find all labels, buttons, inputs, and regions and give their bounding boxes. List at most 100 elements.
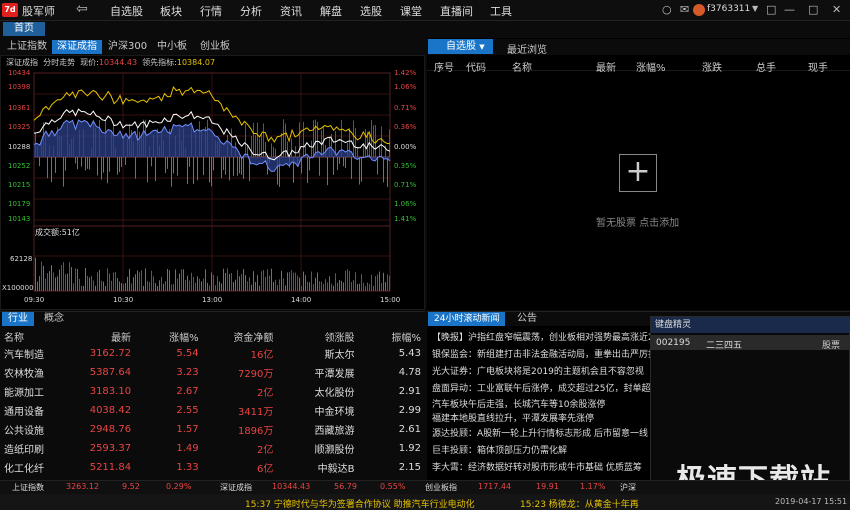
news-item[interactable]: 光大证券：广电板块将是2019的主题机会且不容忽视	[432, 364, 652, 377]
status-sh-pct: 0.29%	[166, 482, 192, 491]
wl-col-change: 涨幅%	[636, 63, 666, 74]
tab-hs300[interactable]: 沪深300	[103, 40, 152, 54]
sector-cell-netflow: 2亿	[257, 445, 274, 456]
tab-announcements[interactable]: 公告	[517, 312, 537, 326]
x-tick-1: 09:30	[24, 296, 45, 304]
x-tick-5: 15:00	[380, 296, 401, 304]
tab-industry[interactable]: 行业	[2, 312, 34, 326]
sector-cell-change: 1.57	[176, 424, 199, 435]
y-left-3: 10361	[8, 104, 31, 112]
news-item[interactable]: 福建本地股直线拉升，平潭发展率先涨停	[432, 411, 652, 424]
status-gem-price: 1717.44	[478, 482, 512, 491]
ticker-item[interactable]: 15:23 杨德龙：从黄金十年再	[520, 497, 646, 510]
sector-cell-leader: 平潭发展	[314, 369, 355, 380]
sector-row[interactable]: 公共设施 2948.76 1.57 1896万 西藏旅游 2.61	[0, 420, 425, 439]
tab-home[interactable]: 首页	[3, 22, 45, 36]
headset-icon[interactable]: ○	[662, 3, 672, 16]
sector-cell-latest: 3183.10	[89, 386, 132, 397]
sector-row[interactable]: 汽车制造 3162.72 5.54 16亿 斯太尔 5.43	[0, 344, 425, 363]
sector-cell-latest: 4038.42	[89, 405, 132, 416]
sector-cell-change: 1.33	[176, 462, 199, 473]
y-left-5: 10288	[8, 143, 31, 151]
back-arrow-icon[interactable]: ⇦	[76, 1, 88, 17]
status-sz-name[interactable]: 深证成指	[220, 482, 252, 493]
tab-sh-index[interactable]: 上证指数	[2, 40, 52, 54]
status-sh-name[interactable]: 上证指数	[12, 482, 44, 493]
sector-row[interactable]: 化工化纤 5211.84 1.33 6亿 中毅达B 2.15	[0, 458, 425, 477]
sector-table-header: 名称 最新 涨幅% 资金净额 领涨股 振幅%	[0, 328, 425, 344]
y-right-1: 1.42%	[394, 69, 417, 77]
col-latest[interactable]: 最新	[78, 328, 135, 344]
news-item[interactable]: 源达投顾：A股新一轮上升行情标志形成 后市留意一线	[432, 426, 652, 439]
y-right-2: 1.06%	[394, 83, 417, 91]
mail-icon[interactable]: ✉	[680, 3, 689, 16]
app-logo: 7d	[2, 3, 18, 17]
ticker-item[interactable]: 15:37 宁德时代与华为签署合作协议 助推汽车行业电动化	[245, 497, 475, 510]
news-item[interactable]: 汽车板块午后走强，长城汽车等10余股涨停	[432, 397, 652, 410]
status-gem-change: 19.91	[536, 482, 559, 491]
status-hs-name[interactable]: 沪深	[620, 482, 636, 493]
tab-sz-index[interactable]: 深证成指	[52, 40, 102, 54]
menu-analysis[interactable]: 分析	[240, 3, 262, 19]
col-leader[interactable]: 领涨股	[277, 328, 358, 344]
y-left-7: 10215	[8, 181, 31, 189]
sector-cell-name: 能源加工	[4, 388, 44, 399]
tab-gem[interactable]: 创业板	[195, 40, 235, 54]
wizard-result-type: 股票	[822, 341, 841, 351]
col-netflow[interactable]: 资金净额	[203, 328, 278, 344]
maximize-icon[interactable]: □	[808, 3, 818, 16]
sector-row[interactable]: 能源加工 3183.10 2.67 2亿 太化股份 2.91	[0, 382, 425, 401]
col-amplitude[interactable]: 振幅%	[358, 328, 425, 344]
menu-live[interactable]: 直播间	[440, 3, 473, 19]
news-item[interactable]: 银保监会：新组建打击非法金融活动局，重拳出击严厉打击	[432, 347, 652, 360]
menu-watchlist[interactable]: 自选股	[110, 3, 143, 19]
sector-cell-netflow: 16亿	[250, 350, 274, 361]
tab-smb[interactable]: 中小板	[152, 40, 192, 54]
status-sz-pct: 0.55%	[380, 482, 406, 491]
menu-stock-picker[interactable]: 选股	[360, 3, 382, 19]
close-icon[interactable]: ✕	[832, 3, 841, 16]
tab-concept[interactable]: 概念	[38, 312, 70, 326]
page-tab-row	[0, 21, 850, 37]
menu-sectors[interactable]: 板块	[160, 3, 182, 19]
y-right-8: 1.06%	[394, 200, 417, 208]
volume-label: 成交额:51亿	[35, 228, 80, 237]
minimize-icon[interactable]: —	[784, 3, 795, 16]
menu-news[interactable]: 资讯	[280, 3, 302, 19]
sector-cell-name: 农林牧渔	[4, 369, 44, 380]
empty-watchlist-text[interactable]: 暂无股票 点击添加	[596, 214, 679, 229]
sector-cell-netflow: 3411万	[237, 407, 274, 418]
news-item[interactable]: 李大霄：经济数据好转对股市形成牛市基础 优质蓝筹	[432, 460, 652, 473]
tab-recent[interactable]: 最近浏览	[507, 41, 547, 56]
x-tick-3: 13:00	[202, 296, 223, 304]
status-gem-name[interactable]: 创业板指	[425, 482, 457, 493]
sector-cell-name: 汽车制造	[4, 350, 44, 361]
avatar[interactable]	[693, 4, 705, 16]
add-stock-button[interactable]: +	[619, 154, 657, 192]
username[interactable]: f3763311	[707, 4, 750, 14]
sector-row[interactable]: 造纸印刷 2593.37 1.49 2亿 顺灏股份 1.92	[0, 439, 425, 458]
dropdown-icon[interactable]: ▼	[752, 4, 758, 13]
wl-col-index: 序号	[434, 63, 454, 74]
menu-classroom[interactable]: 课堂	[400, 3, 422, 19]
wl-col-name: 名称	[512, 63, 532, 74]
col-name[interactable]: 名称	[0, 328, 78, 344]
status-sh-change: 9.52	[122, 482, 140, 491]
news-item[interactable]: 巨丰投顾：箱体顶部压力仍需化解	[432, 443, 652, 456]
menu-commentary[interactable]: 解盘	[320, 3, 342, 19]
tab-watchlist[interactable]: 自选股 ▼	[428, 39, 493, 54]
menu-quotes[interactable]: 行情	[200, 3, 222, 19]
sector-row[interactable]: 通用设备 4038.42 2.55 3411万 中金环境 2.99	[0, 401, 425, 420]
sector-cell-amplitude: 5.43	[398, 348, 421, 359]
tab-24h-news[interactable]: 24小时滚动新闻	[428, 312, 506, 326]
menu-tools[interactable]: 工具	[490, 3, 512, 19]
news-item[interactable]: 盘面异动：工业富联午后涨停，成交超过25亿，封单超	[432, 381, 652, 394]
sector-cell-leader: 西藏旅游	[314, 426, 355, 437]
sector-cell-change: 2.67	[176, 386, 199, 397]
skin-icon[interactable]: □	[766, 3, 776, 16]
volume-unit: X100000	[2, 284, 34, 292]
keyboard-wizard-title: 键盘精灵	[651, 317, 849, 333]
col-change[interactable]: 涨幅%	[135, 328, 203, 344]
news-item[interactable]: 【晚报】沪指红盘窄幅震荡，创业板相对强势最高涨近2%	[432, 330, 652, 343]
sector-row[interactable]: 农林牧渔 5387.64 3.23 7290万 平潭发展 4.78	[0, 363, 425, 382]
